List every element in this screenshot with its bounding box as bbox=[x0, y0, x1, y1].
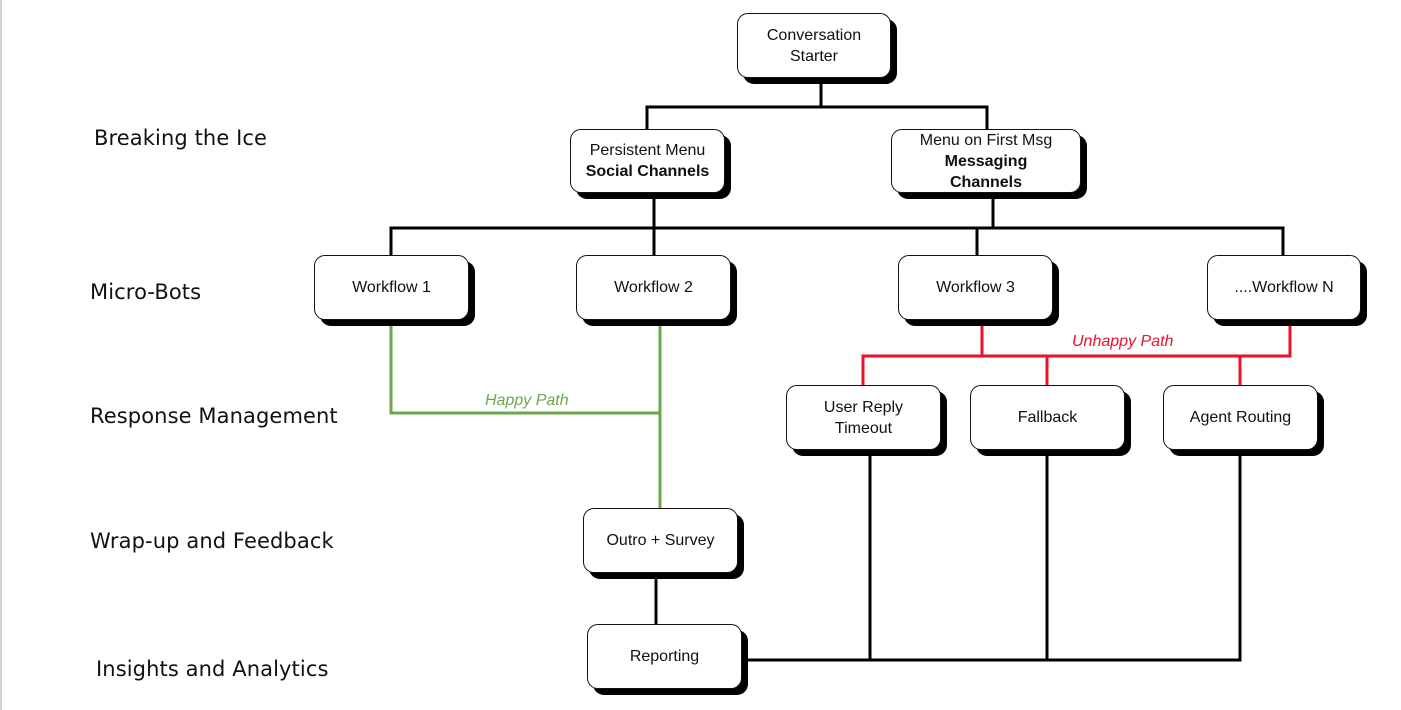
happy-path-label: Happy Path bbox=[485, 392, 569, 409]
connector-menus-to-workflows bbox=[389, 196, 1285, 257]
node-workflow-3[interactable]: Workflow 3 bbox=[898, 255, 1053, 320]
node-persistent-menu[interactable]: Persistent Menu Social Channels bbox=[570, 129, 725, 193]
node-agent-routing[interactable]: Agent Routing bbox=[1163, 385, 1318, 450]
unhappy-path-label: Unhappy Path bbox=[1072, 333, 1174, 350]
node-text: User Reply bbox=[823, 398, 904, 416]
node-menu-on-first-msg[interactable]: Menu on First Msg Messaging Channels bbox=[891, 129, 1081, 193]
node-text: Persistent Menu bbox=[589, 142, 706, 159]
node-text: Starter bbox=[789, 47, 838, 65]
node-text-bold: Social Channels bbox=[585, 163, 710, 180]
node-text-bold: Channels bbox=[949, 173, 1022, 191]
node-text-bold: Messaging bbox=[944, 152, 1028, 170]
node-text: Fallback bbox=[1017, 409, 1078, 426]
connector-layer bbox=[389, 80, 1292, 662]
node-workflow-2[interactable]: Workflow 2 bbox=[576, 255, 731, 320]
connector-response-to-reporting bbox=[746, 454, 1242, 662]
node-workflow-1[interactable]: Workflow 1 bbox=[314, 255, 469, 320]
node-text: ....Workflow N bbox=[1234, 279, 1334, 296]
node-text: Outro + Survey bbox=[606, 532, 715, 549]
connector-starter-to-menus bbox=[645, 80, 989, 131]
node-conversation-starter[interactable]: Conversation Starter bbox=[737, 13, 891, 78]
node-text: Workflow 2 bbox=[614, 279, 693, 296]
node-text: Agent Routing bbox=[1189, 409, 1292, 426]
node-fallback[interactable]: Fallback bbox=[970, 385, 1125, 450]
node-text: Timeout bbox=[834, 419, 893, 437]
node-user-reply-timeout[interactable]: User Reply Timeout bbox=[786, 385, 941, 450]
connector-happy-path bbox=[389, 324, 662, 510]
node-text: Workflow 3 bbox=[936, 279, 1015, 296]
node-outro-survey[interactable]: Outro + Survey bbox=[583, 508, 738, 573]
node-reporting[interactable]: Reporting bbox=[587, 624, 742, 689]
node-workflow-n[interactable]: ....Workflow N bbox=[1207, 255, 1361, 320]
node-text: Menu on First Msg bbox=[919, 131, 1053, 149]
node-text: Conversation bbox=[766, 26, 862, 44]
node-text: Reporting bbox=[629, 648, 700, 665]
node-text: Workflow 1 bbox=[352, 279, 431, 296]
